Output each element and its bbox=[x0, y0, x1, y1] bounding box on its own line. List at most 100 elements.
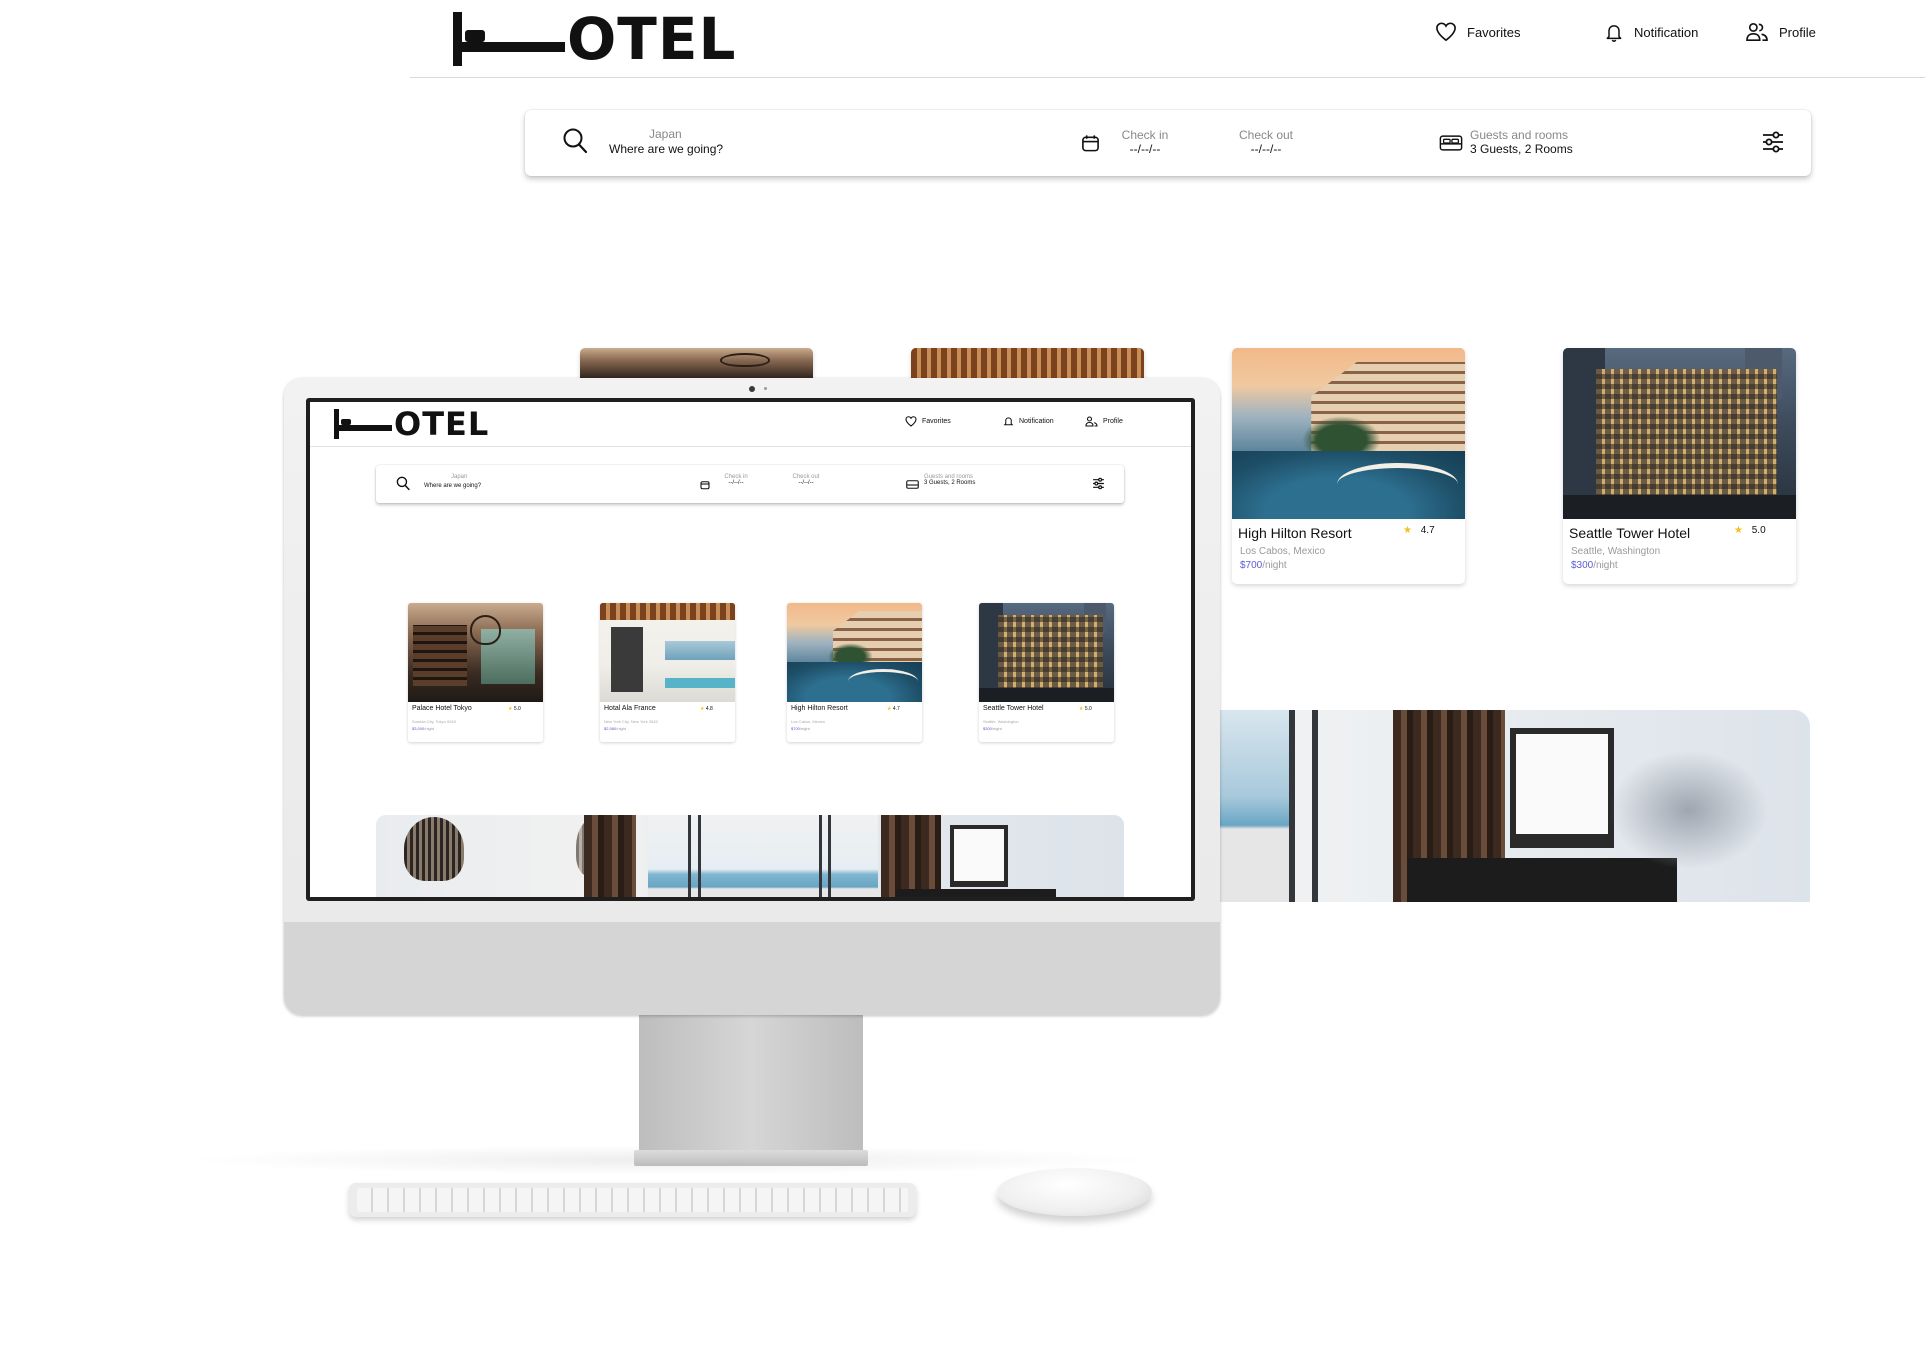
brand-logo[interactable]: OTEL bbox=[334, 408, 489, 440]
hotel-location: Los Cabos, Mexico bbox=[1240, 546, 1326, 557]
price-unit: /night bbox=[1262, 560, 1287, 571]
hotel-photo bbox=[979, 603, 1114, 702]
guests-field[interactable]: Guests and rooms 3 Guests, 2 Rooms bbox=[1470, 128, 1573, 156]
camera-sensor bbox=[764, 387, 767, 390]
guests-label: Guests and rooms bbox=[1470, 128, 1569, 142]
nav-profile-label: Profile bbox=[1779, 24, 1816, 40]
hotel-card[interactable]: Seattle Tower Hotel ★ 5.0 Seattle, Washi… bbox=[1563, 348, 1796, 584]
hotel-location: Seattle, Washington bbox=[983, 719, 1019, 724]
price-value: $700 bbox=[791, 726, 800, 731]
rating-value: 4.7 bbox=[892, 706, 900, 712]
filter-icon[interactable] bbox=[1761, 130, 1785, 154]
nav-notification[interactable]: Notification bbox=[1604, 22, 1698, 43]
mouse bbox=[997, 1168, 1152, 1216]
checkin-field[interactable]: Check in --/--/-- bbox=[1115, 128, 1175, 156]
checkout-value: --/--/-- bbox=[798, 480, 814, 486]
hotel-name: Palace Hotel Tokyo bbox=[412, 705, 472, 712]
hotel-rating: ★ 5.0 bbox=[508, 706, 521, 712]
imac-stand bbox=[639, 1015, 863, 1155]
hotel-price: $700/night bbox=[791, 726, 810, 731]
hotel-price: $300/night bbox=[983, 726, 1002, 731]
hotel-location: Los Cabos, Mexico bbox=[791, 719, 826, 724]
price-unit: /night bbox=[1593, 560, 1618, 571]
checkin-value: --/--/-- bbox=[728, 480, 744, 486]
hotel-name: Hotal Ala France bbox=[604, 705, 656, 712]
search-icon[interactable] bbox=[562, 127, 588, 155]
hotel-name: Seattle Tower Hotel bbox=[983, 705, 1044, 712]
hotel-rating: ★ 4.7 bbox=[887, 706, 900, 712]
hotel-card[interactable]: Palace Hotel Tokyo ★ 5.0 Sumida City, To… bbox=[408, 603, 543, 742]
price-unit: /night bbox=[991, 726, 1002, 731]
promo-banner bbox=[376, 815, 1124, 897]
hotel-name: High Hilton Resort bbox=[791, 705, 848, 712]
star-icon: ★ bbox=[887, 706, 892, 712]
checkin-value: --/--/-- bbox=[1129, 142, 1161, 156]
nav-notification-label: Notification bbox=[1019, 418, 1054, 425]
search-icon[interactable] bbox=[396, 476, 410, 491]
checkin-field[interactable]: Check in --/--/-- bbox=[718, 474, 754, 486]
rating-value: 5.0 bbox=[1084, 706, 1092, 712]
price-unit: /night bbox=[616, 726, 627, 731]
destination-label: Japan bbox=[649, 127, 682, 141]
price-unit: /night bbox=[424, 726, 435, 731]
calendar-icon bbox=[1082, 135, 1099, 152]
bed-icon bbox=[906, 480, 919, 489]
hotel-location: Seattle, Washington bbox=[1571, 546, 1661, 557]
hotel-price: $2,580/night bbox=[604, 726, 626, 731]
camera bbox=[749, 386, 755, 392]
checkout-field[interactable]: Check out --/--/-- bbox=[786, 474, 826, 486]
promo-banner bbox=[1219, 710, 1810, 902]
star-icon: ★ bbox=[1403, 525, 1412, 536]
hotel-name: Seattle Tower Hotel bbox=[1569, 525, 1691, 541]
search-bar[interactable]: Japan Where are we going? Check in --/--… bbox=[525, 110, 1811, 176]
star-icon: ★ bbox=[700, 706, 705, 712]
imac-screen: OTEL Favorites Notification Profile Japa… bbox=[310, 402, 1191, 897]
hotel-card[interactable]: High Hilton Resort ★ 4.7 Los Cabos, Mexi… bbox=[1232, 348, 1465, 584]
bell-icon bbox=[1606, 25, 1622, 42]
hotel-card[interactable]: High Hilton Resort ★ 4.7 Los Cabos, Mexi… bbox=[787, 603, 922, 742]
calendar-icon bbox=[700, 481, 710, 490]
hotel-photo bbox=[600, 603, 735, 702]
bed-logo-icon bbox=[334, 409, 392, 439]
brand-logo[interactable]: OTEL bbox=[453, 10, 736, 68]
nav-profile[interactable]: Profile bbox=[1745, 22, 1816, 42]
hotel-card[interactable]: Hotal Ala France ★ 4.8 New York City, Ne… bbox=[600, 603, 735, 742]
bed-logo-icon bbox=[453, 12, 565, 66]
hotel-photo bbox=[1563, 348, 1796, 519]
guests-value: 3 Guests, 2 Rooms bbox=[1470, 142, 1573, 156]
brand-logo-text: OTEL bbox=[394, 405, 490, 443]
lamp bbox=[404, 817, 464, 881]
hotel-photo bbox=[408, 603, 543, 702]
price-value: $300 bbox=[1571, 560, 1594, 571]
hotel-location: Sumida City, Tokyo 0045 bbox=[412, 719, 456, 724]
hotel-rating: ★ 4.7 bbox=[1403, 525, 1435, 536]
guests-field[interactable]: Guests and rooms 3 Guests, 2 Rooms bbox=[924, 474, 975, 486]
bell-icon bbox=[1003, 417, 1014, 426]
header-divider bbox=[410, 77, 1925, 78]
star-icon: ★ bbox=[1079, 706, 1084, 712]
nav-profile-label: Profile bbox=[1103, 418, 1123, 425]
keyboard bbox=[349, 1183, 916, 1217]
imac-chin bbox=[284, 922, 1220, 1015]
nav-notification[interactable]: Notification bbox=[1003, 416, 1054, 427]
checkout-field[interactable]: Check out --/--/-- bbox=[1230, 128, 1302, 156]
imac-stand-foot bbox=[634, 1150, 868, 1166]
nav-favorites[interactable]: Favorites bbox=[905, 416, 951, 427]
hotel-location: New York City, New York 3045 bbox=[604, 719, 658, 724]
hotel-photo bbox=[1232, 348, 1465, 519]
hotel-card[interactable]: Seattle Tower Hotel ★ 5.0 Seattle, Washi… bbox=[979, 603, 1114, 742]
search-bar[interactable]: Japan Where are we going? Check in --/--… bbox=[376, 465, 1124, 503]
destination-input[interactable]: Where are we going? bbox=[609, 142, 723, 156]
nav-profile[interactable]: Profile bbox=[1085, 416, 1123, 427]
guests-value: 3 Guests, 2 Rooms bbox=[924, 480, 976, 486]
bed-icon bbox=[1439, 135, 1463, 151]
hotel-price: $300/night bbox=[1571, 560, 1618, 571]
hotel-name: High Hilton Resort bbox=[1238, 525, 1352, 541]
destination-input[interactable]: Where are we going? bbox=[424, 483, 481, 489]
rating-value: 4.8 bbox=[705, 706, 713, 712]
hotel-rating: ★ 4.8 bbox=[700, 706, 713, 712]
heart-icon bbox=[905, 416, 917, 427]
nav-favorites[interactable]: Favorites bbox=[1435, 22, 1520, 42]
hotel-rating: ★ 5.0 bbox=[1734, 525, 1766, 536]
filter-icon[interactable] bbox=[1092, 477, 1105, 490]
